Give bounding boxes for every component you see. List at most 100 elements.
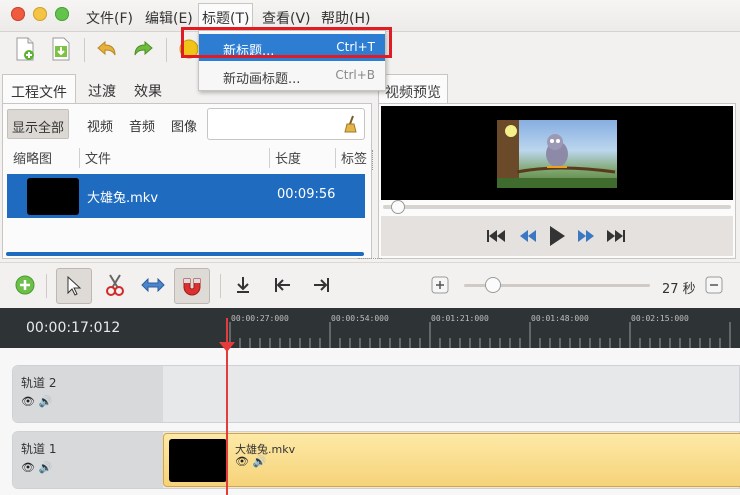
clear-broom-icon[interactable]: [344, 115, 358, 133]
title-menu-dropdown: 新标题... Ctrl+T 新动画标题... Ctrl+B: [198, 30, 386, 91]
menu-item-label: 新动画标题...: [223, 72, 301, 87]
timeline-tracks: 轨道 2 👁 🔊 轨道 1 👁 🔊 大雄兔.mkv 👁 🔊: [0, 348, 740, 495]
new-project-icon: [16, 37, 34, 61]
eye-icon[interactable]: 👁: [235, 455, 249, 468]
horizontal-arrows-icon: [141, 278, 165, 292]
timeline-ruler[interactable]: 00:00:17:012 00:00:27:000 00:00:54:000 0…: [0, 308, 740, 348]
menu-help[interactable]: 帮助(H): [321, 8, 370, 28]
column-tags[interactable]: 标签: [341, 148, 367, 167]
menu-view[interactable]: 查看(V): [262, 8, 311, 28]
redo-button[interactable]: [130, 36, 156, 62]
ruler-label: 00:00:27:000: [231, 314, 289, 323]
ruler-label: 00:01:21:000: [431, 314, 489, 323]
new-project-button[interactable]: [12, 36, 38, 62]
scissors-icon: [106, 274, 124, 296]
add-icon: [179, 39, 199, 59]
window-close-button[interactable]: [11, 7, 25, 21]
column-divider: [79, 148, 80, 168]
filter-video[interactable]: 视频: [83, 109, 117, 139]
filter-audio[interactable]: 音频: [125, 109, 159, 139]
track-name: 轨道 1: [21, 442, 57, 456]
video-preview-panel: [378, 103, 736, 259]
down-arrow-icon: [237, 277, 249, 293]
menu-title[interactable]: 标题(T): [198, 3, 254, 31]
file-list-header: 缩略图 文件 长度 标签: [5, 144, 367, 168]
speaker-icon[interactable]: 🔊: [252, 455, 266, 468]
tab-transitions[interactable]: 过渡: [80, 74, 124, 104]
window-minimize-button[interactable]: [33, 7, 47, 21]
menu-edit[interactable]: 编辑(E): [145, 8, 193, 28]
timeline-toolbar: 27 秒: [0, 262, 740, 308]
add-track-button[interactable]: [12, 272, 38, 298]
redo-icon: [134, 40, 153, 56]
track-header: 轨道 2 👁 🔊: [13, 366, 163, 422]
track-header: 轨道 1 👁 🔊: [13, 432, 163, 488]
preview-seek-handle[interactable]: [391, 200, 405, 214]
rewind-icon[interactable]: [519, 230, 537, 242]
magnet-icon: [183, 278, 201, 296]
menu-file[interactable]: 文件(F): [86, 8, 133, 28]
zoom-in-icon: [431, 276, 449, 294]
next-marker-button[interactable]: [308, 272, 334, 298]
previous-marker-button[interactable]: [270, 272, 296, 298]
file-length: 00:09:56: [277, 187, 336, 202]
zoom-slider-handle[interactable]: [485, 277, 501, 293]
menu-bar: 文件(F) 编辑(E) 标题(T) 查看(V) 帮助(H): [0, 0, 740, 32]
add-track-icon: [15, 275, 35, 295]
speaker-icon[interactable]: 🔊: [38, 395, 52, 408]
eye-icon[interactable]: 👁: [21, 395, 35, 408]
window-maximize-button[interactable]: [55, 7, 69, 21]
column-thumbnail[interactable]: 缩略图: [13, 148, 52, 167]
menu-item-new-animated-title[interactable]: 新动画标题... Ctrl+B: [199, 62, 385, 89]
pointer-icon: [67, 276, 82, 296]
preview-seek-track[interactable]: [383, 205, 731, 209]
snapping-toggle[interactable]: [174, 268, 210, 304]
filter-show-all[interactable]: 显示全部: [7, 109, 70, 139]
track-icons: 👁 🔊: [21, 461, 52, 474]
column-file[interactable]: 文件: [85, 148, 111, 167]
file-name: 大雄兔.mkv: [87, 191, 159, 206]
ruler-label: 00:01:48:000: [531, 314, 589, 323]
select-tool-button[interactable]: [56, 268, 92, 304]
tab-project-files[interactable]: 工程文件: [2, 74, 76, 104]
column-length[interactable]: 长度: [275, 148, 301, 167]
snap-arrows-button[interactable]: [140, 272, 166, 298]
toolbar-separator: [84, 38, 85, 62]
eye-icon[interactable]: 👁: [21, 461, 35, 474]
tab-video-preview[interactable]: 视频预览: [378, 74, 448, 104]
project-panel: 工程文件 过渡 效果 显示全部 视频 音频 图像 缩略图 文件 长度 标签 大雄…: [2, 74, 372, 259]
zoom-in-button[interactable]: [430, 275, 450, 295]
track[interactable]: 轨道 2 👁 🔊: [12, 365, 740, 423]
playhead-marker[interactable]: [219, 342, 235, 352]
panel-splitter[interactable]: [358, 258, 382, 259]
next-marker-icon: [314, 278, 329, 292]
fast-forward-icon[interactable]: [577, 230, 595, 242]
column-divider: [335, 148, 336, 168]
file-thumbnail: [27, 178, 79, 215]
filter-image[interactable]: 图像: [167, 109, 201, 139]
project-files-body: 显示全部 视频 音频 图像 缩略图 文件 长度 标签 大雄兔.mkv 00:09…: [2, 103, 372, 259]
clip-thumbnail: [169, 439, 227, 482]
tab-effects[interactable]: 效果: [126, 74, 170, 104]
jump-end-icon[interactable]: [607, 230, 625, 242]
filter-search-input[interactable]: [207, 108, 365, 140]
timeline-clip[interactable]: 大雄兔.mkv 👁 🔊: [163, 433, 740, 487]
razor-tool-button[interactable]: [102, 272, 128, 298]
panel-splitter[interactable]: [372, 150, 376, 170]
menu-item-label: 新标题...: [223, 44, 275, 59]
menu-item-new-title[interactable]: 新标题... Ctrl+T: [199, 34, 385, 61]
ruler-label: 00:02:15:000: [631, 314, 689, 323]
play-icon[interactable]: [549, 226, 565, 246]
file-row[interactable]: 大雄兔.mkv 00:09:56: [7, 174, 365, 218]
import-files-button[interactable]: [48, 36, 74, 62]
jump-start-icon[interactable]: [487, 230, 505, 242]
undo-button[interactable]: [94, 36, 120, 62]
column-divider: [269, 148, 270, 168]
track[interactable]: 轨道 1 👁 🔊 大雄兔.mkv 👁 🔊: [12, 431, 740, 489]
add-marker-button[interactable]: [230, 272, 256, 298]
previous-marker-icon: [275, 278, 290, 292]
horizontal-scrollbar[interactable]: [6, 252, 364, 256]
speaker-icon[interactable]: 🔊: [38, 461, 52, 474]
zoom-out-button[interactable]: [704, 275, 724, 295]
track-icons: 👁 🔊: [21, 395, 52, 408]
